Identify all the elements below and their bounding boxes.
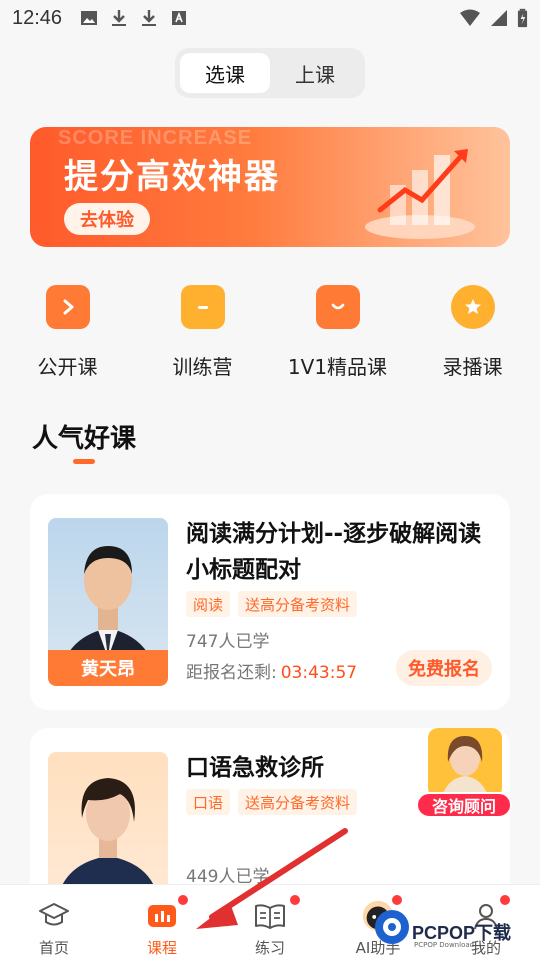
chat-icon [315,285,360,329]
course-mode-switch: 选课 上课 [175,48,365,98]
watermark-logo-icon [375,910,409,944]
tab-attend-class[interactable]: 上课 [270,53,360,93]
watermark-subtext: PCPOP Download [414,941,475,949]
notification-dot [290,895,300,905]
course-tag: 送高分备考资料 [238,789,358,815]
course-icon [145,899,179,933]
tab-course[interactable]: 课程 [108,885,216,960]
course-tags: 阅读 送高分备考资料 [186,591,358,617]
teacher-name: 黄天昂 [48,650,168,686]
star-badge-icon [450,285,495,329]
advisor-label: 咨询顾问 [416,792,512,818]
download-icon [112,10,127,26]
image-icon [81,11,98,25]
section-underline [73,459,95,464]
countdown-label: 距报名还剩: [186,663,277,683]
status-bar: 12:46 [0,0,540,36]
tab-select-course[interactable]: 选课 [180,53,270,93]
category-label: 1V1精品课 [287,355,388,379]
category-label: 公开课 [37,355,98,379]
banner-try-button[interactable]: 去体验 [64,203,150,235]
learner-count: 747人已学 [186,632,270,652]
notification-dot [500,895,510,905]
banner-ghost-text: SCORE INCREASE [58,127,253,149]
category-recorded-course[interactable]: 录播课 [405,285,540,380]
download-icon [142,10,157,26]
tab-label: 练习 [254,939,285,957]
clipboard-icon [180,285,225,329]
home-icon [37,899,71,933]
wifi-icon [460,9,480,26]
advisor-float-button[interactable]: 咨询顾问 [416,722,514,818]
teacher-photo: 黄天昂 [48,518,168,686]
enroll-countdown: 距报名还剩: 03:43:57 [186,658,357,683]
section-title: 人气好课 [32,424,137,454]
free-enroll-button[interactable]: 免费报名 [396,650,492,686]
category-public-course[interactable]: 公开课 [0,285,135,380]
battery-icon [517,8,528,28]
course-title: 阅读满分计划--逐步破解阅读小标题配对 [186,521,482,583]
book-icon [253,899,287,933]
tab-practice[interactable]: 练习 [216,885,324,960]
category-training-camp[interactable]: 训练营 [135,285,270,380]
advisor-avatar-icon [428,728,502,802]
course-card[interactable]: 黄天昂 阅读满分计划--逐步破解阅读小标题配对 阅读 送高分备考资料 747人已… [30,494,510,710]
category-row: 公开课 训练营 1V1精品课 录播课 [0,285,540,380]
course-tags: 口语 送高分备考资料 [186,789,358,815]
watermark: PCPOP下载 PCPOP Download [372,905,538,955]
tab-label: 首页 [38,939,69,957]
tab-home[interactable]: 首页 [0,885,108,960]
notification-dot [178,895,188,905]
countdown-time: 03:43:57 [280,663,358,683]
course-tag: 口语 [186,789,231,815]
text-notification-icon [172,11,187,25]
course-tag: 送高分备考资料 [238,591,358,617]
signal-icon [491,10,507,26]
banner-title: 提分高效神器 [64,157,280,197]
category-1v1-course[interactable]: 1V1精品课 [270,285,405,380]
promo-banner[interactable]: SCORE INCREASE 提分高效神器 去体验 [30,127,510,247]
growth-chart-illustration [365,149,475,239]
play-icon [45,285,90,329]
status-time: 12:46 [12,6,63,29]
category-label: 录播课 [442,355,503,379]
notification-dot [392,895,402,905]
tab-label: 课程 [146,939,177,957]
course-tag: 阅读 [186,591,231,617]
category-label: 训练营 [172,355,233,379]
